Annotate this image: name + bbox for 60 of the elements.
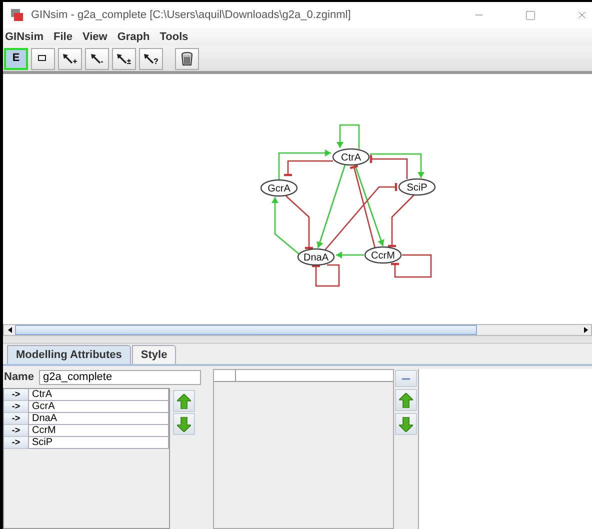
app-icon [11,9,23,21]
activation-arrow [272,197,300,254]
activation-arrow [336,252,364,258]
add-edge-button[interactable]: - [85,48,109,70]
edge-arrow-icon [116,54,127,64]
add-edge-button[interactable]: ? [139,48,163,70]
tab[interactable]: Modelling Attributes [7,345,131,364]
up-arrow-icon [177,394,191,408]
menu-item[interactable]: Tools [160,28,188,46]
name-label: Name [4,370,34,386]
name-field[interactable]: g2a_complete [38,370,201,385]
down-arrow-icon [177,416,191,432]
open-node-button[interactable]: -> [4,413,28,425]
move-down-button[interactable] [173,413,195,435]
inhibition-arrow [286,196,313,250]
down-arrow-icon [399,416,413,432]
add-node-button[interactable] [31,48,55,70]
node-name[interactable]: GcrA [28,401,169,413]
node-name[interactable]: SciP [28,437,169,449]
menu-item[interactable]: View [82,28,108,46]
edge-arrow-icon [90,54,101,64]
graph-node[interactable]: GcrA [260,179,298,197]
menu-item[interactable]: File [54,28,72,46]
inhibition-arrow [284,160,333,176]
horizontal-scrollbar[interactable] [3,324,592,336]
graph-node[interactable]: CtrA [332,148,370,166]
menu-item[interactable]: Graph [117,28,150,46]
close-icon[interactable] [576,9,588,21]
edge-arrow-icon [144,54,154,64]
trash-icon [181,52,193,66]
open-node-button[interactable]: -> [4,401,28,413]
activation-arrow [336,124,360,149]
maximize-icon[interactable] [525,10,536,20]
window-title: GINsim - g2a_complete [C:\Users\aquil\Downloads\g2a_0.zginml] [31,8,351,23]
node-name[interactable]: CcrM [28,425,169,437]
graph-node[interactable]: CcrM [364,246,402,264]
scrollbar-thumb[interactable] [15,325,477,335]
up-arrow-icon [399,392,413,408]
scroll-left-icon[interactable] [8,327,12,333]
remove-button[interactable] [395,370,417,387]
add-node-icon [38,54,48,62]
scroll-right-icon[interactable] [584,327,588,333]
open-node-button[interactable]: -> [4,437,28,449]
move-up-button[interactable] [395,389,417,411]
node-name[interactable]: CtrA [28,389,169,401]
inhibition-arrow [312,264,340,287]
add-edge-button[interactable]: ± [112,48,136,70]
menu-item[interactable]: GINsim [5,28,44,46]
move-up-button[interactable] [173,390,195,412]
move-down-button[interactable] [395,413,417,435]
graph-node[interactable]: DnaA [297,248,335,266]
edit-mode-button[interactable]: E [4,48,28,70]
graph-node[interactable]: SciP [398,178,436,196]
edge-arrow-icon [62,54,73,64]
add-edge-button[interactable]: + [58,48,82,70]
open-node-button[interactable]: -> [4,389,28,401]
open-node-button[interactable]: -> [4,425,28,437]
node-name[interactable]: DnaA [28,413,169,425]
delete-button[interactable] [175,48,199,70]
tab[interactable]: Style [132,345,176,364]
